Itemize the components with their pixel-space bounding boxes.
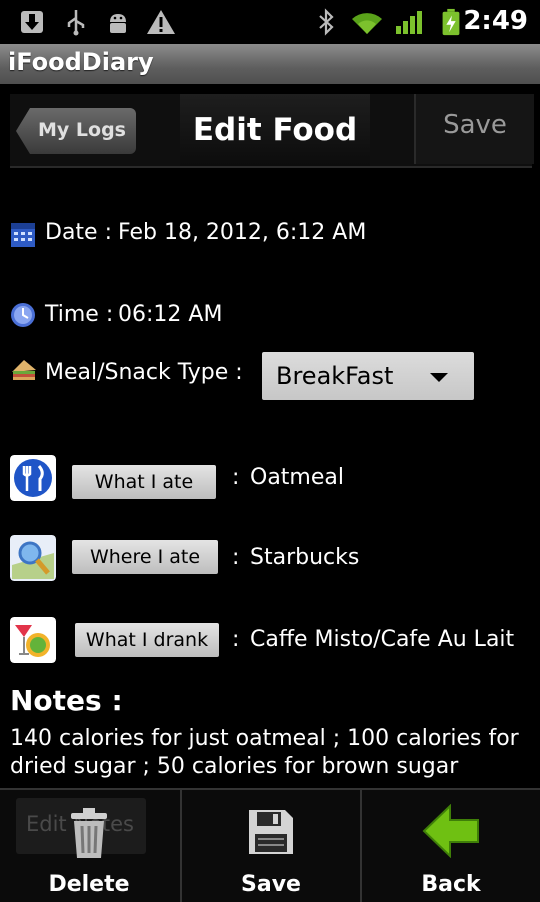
back-label: Back: [421, 872, 481, 897]
time-value[interactable]: 06:12 AM: [118, 302, 222, 327]
ate-separator: :: [232, 465, 240, 490]
back-button[interactable]: Back: [362, 790, 540, 902]
nav-bar: My Logs Edit Food Save: [10, 94, 534, 168]
ate-value: Oatmeal: [250, 465, 344, 490]
wifi-icon: [352, 13, 382, 34]
time-label: Time :: [45, 302, 114, 327]
download-icon: [21, 11, 43, 33]
signal-icon: [396, 11, 422, 34]
trash-icon: [71, 808, 107, 858]
where-value: Starbucks: [250, 545, 360, 570]
date-value[interactable]: Feb 18, 2012, 6:12 AM: [118, 220, 366, 245]
fork-knife-icon: [10, 455, 56, 501]
date-label: Date :: [45, 220, 112, 245]
drank-value: Caffe Misto/Cafe Au Lait: [250, 627, 515, 652]
nav-save-button[interactable]: Save: [414, 94, 534, 164]
warning-icon: [147, 10, 175, 34]
where-i-ate-button[interactable]: Where I ate: [72, 540, 218, 574]
meal-type-label: Meal/Snack Type :: [45, 360, 243, 385]
back-button-label: My Logs: [38, 119, 126, 141]
my-logs-back-button[interactable]: My Logs: [16, 108, 136, 154]
usb-icon: [67, 10, 85, 36]
android-debug-icon: [110, 14, 126, 33]
battery-charging-icon: [442, 8, 460, 36]
bluetooth-icon: [319, 8, 334, 36]
what-i-ate-button[interactable]: What I ate: [72, 465, 216, 499]
bottom-action-bar: Edit Notes Delete Save Back: [0, 788, 540, 902]
cocktail-icon: [10, 617, 56, 663]
delete-label: Delete: [48, 872, 130, 897]
floppy-disk-icon: [249, 810, 293, 854]
back-arrow-icon: [422, 804, 479, 858]
meal-type-dropdown[interactable]: BreakFast: [262, 352, 474, 400]
drank-separator: :: [232, 627, 240, 652]
app-title: iFoodDiary: [8, 48, 154, 76]
clock-icon: [11, 303, 35, 327]
calendar-icon: [11, 223, 35, 247]
notes-heading: Notes :: [10, 684, 123, 717]
where-separator: :: [232, 545, 240, 570]
delete-button[interactable]: Delete: [0, 790, 178, 902]
save-label: Save: [241, 872, 301, 897]
map-search-icon: [10, 535, 56, 581]
status-bar: 2:49: [0, 0, 540, 44]
app-title-bar: iFoodDiary: [0, 44, 540, 84]
sandwich-icon: [12, 360, 36, 380]
page-title: Edit Food: [192, 112, 358, 148]
nav-save-label: Save: [443, 110, 507, 140]
chevron-down-icon: [430, 373, 448, 382]
clock: 2:49: [463, 6, 528, 36]
what-i-drank-button[interactable]: What I drank: [75, 623, 219, 657]
meal-type-value: BreakFast: [276, 362, 394, 390]
save-button[interactable]: Save: [182, 790, 360, 902]
notes-text: 140 calories for just oatmeal ; 100 calo…: [10, 726, 519, 779]
